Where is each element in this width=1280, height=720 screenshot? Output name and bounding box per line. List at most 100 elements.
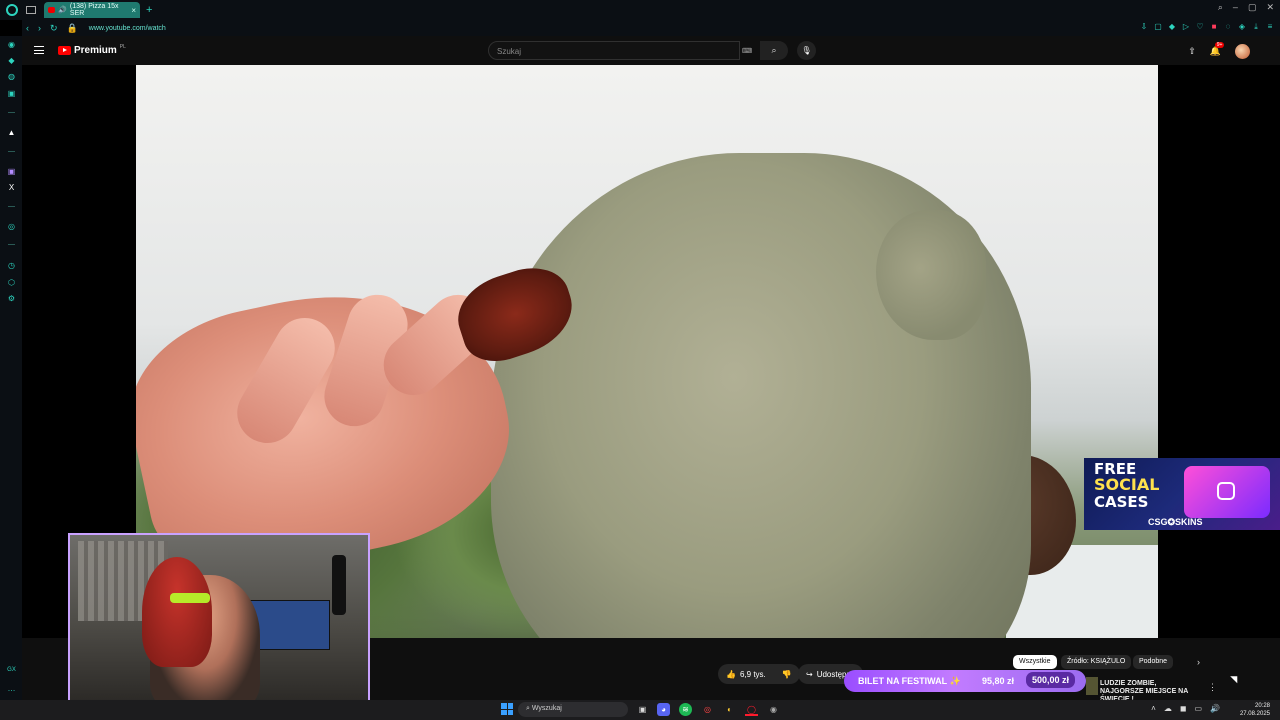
recommended-thumbnail[interactable]: [1086, 677, 1098, 695]
youtube-region-code: PL: [119, 43, 126, 50]
x-icon[interactable]: X: [7, 183, 16, 192]
notifications-bell-icon[interactable]: 🔔 9+: [1210, 42, 1225, 57]
extensions-area: ⇩ ▢ ◆ ▷ ♡ ■ ◌ ◈ ⤓ ≡: [1140, 22, 1274, 32]
chat-icon[interactable]: ◌: [1224, 22, 1232, 32]
twitch-icon[interactable]: ▣: [7, 167, 16, 176]
like-button[interactable]: 👍 6,9 tys. 👎: [718, 664, 800, 684]
gx-icon[interactable]: GX: [7, 666, 16, 675]
taskbar-search[interactable]: ⌕ Wyszukaj: [518, 702, 628, 717]
webcam-overlay: [68, 533, 370, 705]
menu-icon[interactable]: ≡: [1266, 22, 1274, 32]
opera-logo-icon[interactable]: [6, 4, 18, 16]
whatsapp-icon[interactable]: ▣: [7, 89, 16, 98]
sidebar-divider: [8, 206, 15, 207]
webcam-mic-arm: [332, 555, 346, 615]
messenger-icon[interactable]: ◍: [7, 72, 16, 81]
heart-icon[interactable]: ♡: [1196, 22, 1204, 32]
notification-badge: 9+: [1214, 42, 1225, 48]
like-count: 6,9 tys.: [739, 669, 766, 679]
browser-tab-youtube[interactable]: 🔊 (138) Pizza 15x SER ×: [44, 2, 140, 18]
keyboard-icon[interactable]: ⌨: [742, 47, 752, 55]
snapshot-icon[interactable]: ▢: [1154, 22, 1162, 32]
chip-source[interactable]: Źródło: KSIĄŻULO: [1061, 655, 1132, 669]
network-icon[interactable]: ▭: [1194, 704, 1202, 713]
windows-taskbar: ⌕ Wyszukaj ▣ ◕ ≋ ◎ ◐ ◯ ◉ ˄ ☁ ◼ ▭ 🔊 20:28…: [0, 700, 1280, 720]
instagram-icon: [1217, 482, 1235, 500]
league-icon[interactable]: ◐: [723, 703, 736, 716]
ad-line-1: FREE: [1094, 460, 1137, 478]
youtube-header: Premium PL Szukaj ⌨ ⌕ 🎙 ⇧ 🔔 9+: [22, 36, 1280, 65]
more-options-icon[interactable]: ⋮: [1208, 682, 1217, 693]
sidebar-divider: [8, 151, 15, 152]
settings-icon[interactable]: ⚙: [7, 294, 16, 303]
play-icon[interactable]: ▷: [1182, 22, 1190, 32]
minimize-button[interactable]: –: [1233, 2, 1238, 13]
extension-red-icon[interactable]: ■: [1210, 22, 1218, 32]
opera-sidebar: ◉ ◆ ◍ ▣ ▲ ▣ X ◎ ◷ ⬡ ⚙ GX …: [0, 36, 22, 700]
cloud-icon[interactable]: ☁: [1164, 704, 1172, 713]
clock-date: 27.08.2025: [1239, 711, 1270, 717]
windows-start-icon[interactable]: [501, 703, 513, 715]
wallet-icon[interactable]: ◈: [1238, 22, 1246, 32]
player-icon[interactable]: ◎: [7, 222, 16, 231]
history-icon[interactable]: ◷: [7, 261, 16, 270]
voice-search-icon[interactable]: 🎙: [797, 41, 816, 60]
opera-gx-taskbar-icon[interactable]: ◯: [745, 703, 758, 716]
lock-icon: 🔒: [66, 22, 78, 33]
discord-icon[interactable]: ◕: [657, 703, 670, 716]
eye-icon[interactable]: ◉: [7, 40, 16, 49]
workspaces-icon[interactable]: [26, 6, 36, 14]
upload-icon[interactable]: ⇧: [1188, 46, 1196, 57]
spotify-icon[interactable]: ≋: [679, 703, 692, 716]
donation-goal-target: 500,00 zł: [1026, 672, 1076, 688]
thumbs-up-icon: 👍: [726, 669, 736, 679]
taskbar-search-label: Wyszukaj: [531, 705, 562, 712]
youtube-logo[interactable]: Premium PL: [58, 43, 126, 56]
task-view-icon[interactable]: ▣: [636, 703, 649, 716]
extensions-sidebar-icon[interactable]: ⬡: [7, 278, 16, 287]
chip-all[interactable]: Wszystkie: [1013, 655, 1057, 669]
url-field[interactable]: www.youtube.com/watch: [89, 25, 166, 32]
taskbar-clock[interactable]: 20:28 27.08.2025: [1240, 702, 1270, 718]
volume-icon[interactable]: 🔊: [1210, 704, 1220, 713]
downloads-icon[interactable]: ⤓: [1252, 22, 1260, 32]
new-tab-button[interactable]: +: [146, 4, 152, 16]
donation-goal-label: BILET NA FESTIWAL ✨: [858, 676, 961, 686]
back-icon[interactable]: ‹: [26, 23, 29, 33]
chrome-icon[interactable]: ◎: [701, 703, 714, 716]
youtube-favicon-icon: [48, 7, 56, 13]
csgoskins-ad-banner[interactable]: FREE SOCIAL CASES CSG✪SKINS: [1084, 458, 1280, 530]
address-bar: ‹ › ↻ 🔒 www.youtube.com/watch: [22, 20, 1280, 36]
reload-icon[interactable]: ↻: [50, 23, 58, 34]
sidebar-divider: [8, 244, 15, 245]
ad-line-2: SOCIAL: [1094, 475, 1160, 494]
header-actions: ⇧ 🔔 9+: [1188, 42, 1250, 59]
hamburger-menu-icon[interactable]: [34, 46, 44, 54]
chevron-up-icon[interactable]: ˄: [1151, 704, 1156, 713]
account-avatar[interactable]: [1235, 44, 1250, 59]
chevron-right-icon[interactable]: ›: [1197, 657, 1200, 667]
aria-icon[interactable]: ◆: [7, 56, 16, 65]
thumbs-down-icon[interactable]: 👎: [782, 670, 792, 679]
chip-related[interactable]: Podobne: [1133, 655, 1174, 669]
shield-icon[interactable]: ◆: [1168, 22, 1176, 32]
more-icon[interactable]: …: [7, 684, 16, 693]
clock-time: 20:28: [1254, 703, 1270, 709]
maximize-button[interactable]: ▢: [1248, 2, 1257, 13]
app-tray-icon[interactable]: ◼: [1180, 704, 1187, 713]
search-input[interactable]: Szukaj: [488, 41, 740, 60]
download-icon[interactable]: ⇩: [1140, 22, 1148, 32]
forward-icon[interactable]: ›: [38, 23, 41, 33]
video-mask-ear: [876, 210, 986, 340]
speaker-icon[interactable]: 🔊: [58, 6, 67, 14]
search-button[interactable]: ⌕: [760, 41, 788, 60]
donation-goal-current: 95,80 zł: [982, 676, 1015, 686]
close-window-button[interactable]: ✕: [1266, 2, 1274, 13]
window-controls: ⌕ – ▢ ✕: [1218, 2, 1274, 13]
obs-icon[interactable]: ◉: [767, 703, 780, 716]
close-tab-icon[interactable]: ×: [131, 6, 136, 15]
youtube-play-icon: [58, 46, 71, 55]
triangle-icon[interactable]: ▲: [7, 128, 16, 137]
search-tabs-icon[interactable]: ⌕: [1218, 2, 1223, 13]
ad-brand: CSG✪SKINS: [1148, 517, 1203, 527]
